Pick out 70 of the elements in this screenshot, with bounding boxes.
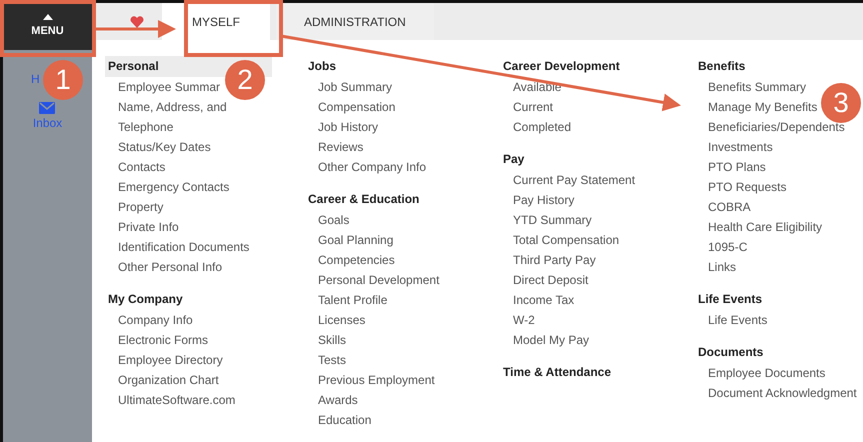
- menu-link[interactable]: Name, Address, and Telephone: [118, 97, 273, 137]
- group-heading: Jobs: [307, 58, 338, 75]
- group-heading: Benefits: [697, 58, 746, 75]
- menu-link[interactable]: PTO Plans: [708, 157, 766, 177]
- menu-link[interactable]: Private Info: [118, 217, 179, 237]
- menu-link[interactable]: Document Acknowledgment: [708, 383, 857, 403]
- menu-link[interactable]: 1095-C: [708, 237, 748, 257]
- menu-link[interactable]: Goal Planning: [318, 230, 394, 250]
- group-heading: Career Development: [502, 58, 621, 75]
- menu-link[interactable]: Employee Summar: [118, 77, 220, 97]
- menu-link[interactable]: Identification Documents: [118, 237, 250, 257]
- menu-button[interactable]: MENU: [3, 3, 92, 50]
- caret-up-icon: [42, 14, 52, 20]
- menu-link[interactable]: Company Info: [118, 310, 193, 330]
- group-heading: Career & Education: [307, 191, 420, 208]
- group-heading: Time & Attendance: [502, 364, 612, 381]
- menu-link[interactable]: Manage My Benefits: [708, 97, 818, 117]
- menu-link[interactable]: Property: [118, 197, 164, 217]
- menu-link[interactable]: Third Party Pay: [513, 250, 596, 270]
- menu-link[interactable]: Reviews: [318, 137, 364, 157]
- menu-link[interactable]: Contacts: [118, 157, 166, 177]
- envelope-icon: [39, 102, 56, 114]
- menu-link[interactable]: Personal Development: [318, 270, 440, 290]
- menu-link[interactable]: Talent Profile: [318, 290, 388, 310]
- menu-link[interactable]: Health Care Eligibility: [708, 217, 822, 237]
- menu-link[interactable]: Goals: [318, 210, 350, 230]
- menu-link[interactable]: Model My Pay: [513, 330, 590, 350]
- menu-link[interactable]: YTD Summary: [513, 210, 592, 230]
- step-number: 3: [821, 83, 861, 123]
- menu-link[interactable]: Awards: [318, 390, 358, 410]
- menu-link[interactable]: Investments: [708, 137, 773, 157]
- menu-link[interactable]: Total Compensation: [513, 230, 620, 250]
- menu-link[interactable]: Employee Directory: [118, 350, 223, 370]
- group-heading: Life Events: [697, 291, 764, 308]
- group-heading: Documents: [697, 344, 764, 361]
- menu-link[interactable]: Job Summary: [318, 77, 392, 97]
- menu-link[interactable]: Available: [513, 77, 562, 97]
- menu-link[interactable]: Current Pay Statement: [513, 170, 636, 190]
- menu-link[interactable]: Completed: [513, 117, 572, 137]
- heart-icon: [130, 16, 144, 28]
- menu-link[interactable]: COBRA: [708, 197, 751, 217]
- menu-link[interactable]: Education: [318, 410, 372, 430]
- menu-link[interactable]: PTO Requests: [708, 177, 786, 197]
- menu-link[interactable]: Other Company Info: [318, 157, 426, 177]
- menu-link[interactable]: Benefits Summary: [708, 77, 806, 97]
- menu-link[interactable]: Income Tax: [513, 290, 574, 310]
- menu-link[interactable]: Status/Key Dates: [118, 137, 211, 157]
- menu-link[interactable]: Previous Employment: [318, 370, 435, 390]
- group-heading: My Company: [107, 291, 184, 308]
- menu-link[interactable]: Employee Documents: [708, 363, 826, 383]
- menu-link[interactable]: Licenses: [318, 310, 366, 330]
- menu-link[interactable]: Competencies: [318, 250, 395, 270]
- menu-link[interactable]: Tests: [318, 350, 346, 370]
- menu-link[interactable]: W-2: [513, 310, 535, 330]
- group-heading: Pay: [502, 151, 526, 168]
- step-number: 2: [225, 60, 265, 100]
- menu-link[interactable]: Other Personal Info: [118, 257, 222, 277]
- menu-link[interactable]: Compensation: [318, 97, 396, 117]
- menu-link[interactable]: Organization Chart: [118, 370, 219, 390]
- menu-link[interactable]: Current: [513, 97, 554, 117]
- menu-link[interactable]: Electronic Forms: [118, 330, 208, 350]
- menu-link[interactable]: Job History: [318, 117, 378, 137]
- menu-link[interactable]: UltimateSoftware.com: [118, 390, 236, 410]
- menu-link[interactable]: Direct Deposit: [513, 270, 588, 290]
- menu-link[interactable]: Life Events: [708, 310, 768, 330]
- menu-link[interactable]: Emergency Contacts: [118, 177, 230, 197]
- menu-link[interactable]: Links: [708, 257, 736, 277]
- nav-tab[interactable]: MYSELF: [162, 3, 270, 40]
- menu-link[interactable]: Skills: [318, 330, 346, 350]
- menu-link[interactable]: Pay History: [513, 190, 574, 210]
